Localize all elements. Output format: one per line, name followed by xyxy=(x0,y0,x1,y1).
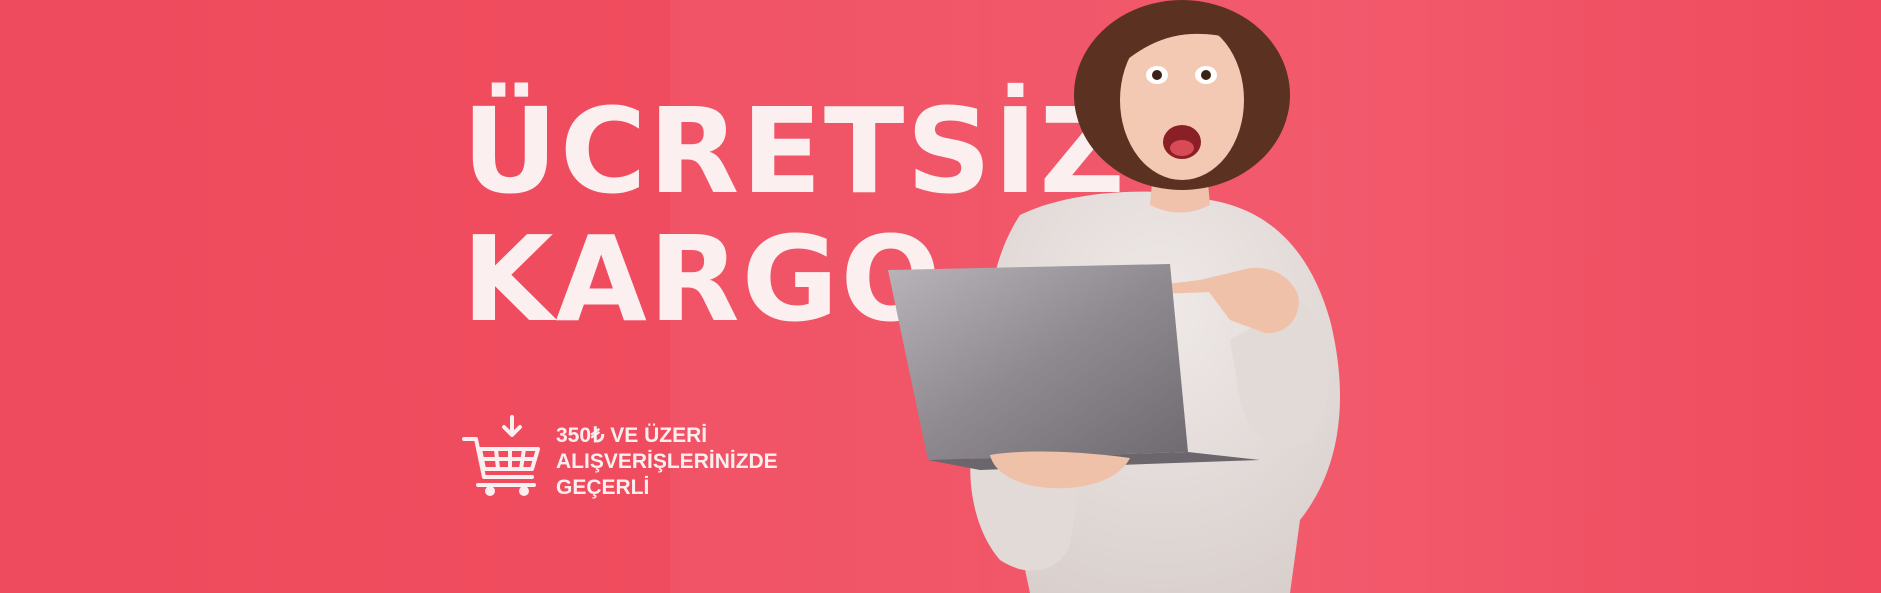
promo-line-2: ALIŞVERİŞLERİNİZDE xyxy=(556,450,778,473)
free-shipping-banner[interactable]: ÜCRETSİZ KARGO 350₺ VE ÜZERİ ALIŞVERİŞLE… xyxy=(0,0,1881,593)
woman-with-laptop-photo xyxy=(888,0,1340,593)
promo-line-1: 350₺ VE ÜZERİ xyxy=(556,424,708,447)
promo-note: 350₺ VE ÜZERİ ALIŞVERİŞLERİNİZDE GEÇERLİ xyxy=(462,415,778,501)
promo-line-3: GEÇERLİ xyxy=(556,476,650,499)
shopping-cart-download-icon xyxy=(462,415,540,496)
promo-text: 350₺ VE ÜZERİ ALIŞVERİŞLERİNİZDE GEÇERLİ xyxy=(556,423,778,501)
